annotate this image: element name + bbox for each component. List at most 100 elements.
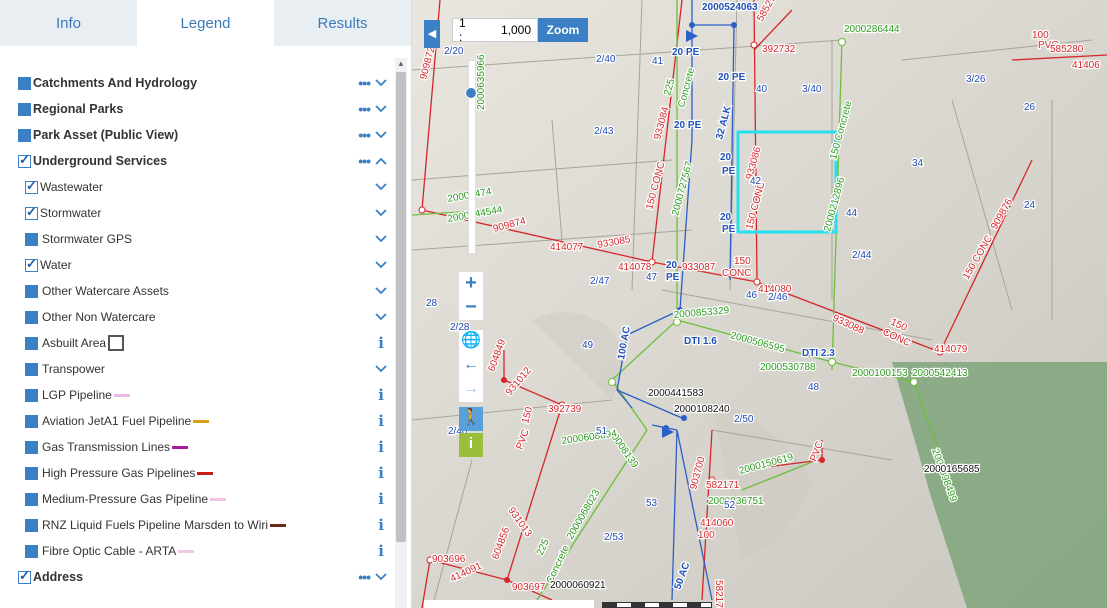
more-options-icon[interactable]: ••• [358, 101, 371, 117]
chevron-down-icon[interactable] [374, 180, 388, 194]
layer-checkbox[interactable] [18, 102, 31, 116]
map-label-green: 2000286444 [844, 24, 900, 35]
legend-list: Catchments And Hydrology ••• Regional Park… [0, 58, 398, 608]
layer-checkbox[interactable] [25, 518, 38, 532]
zoom-in-button[interactable]: + [459, 272, 483, 296]
map-label-blue: PE [722, 224, 736, 235]
chevron-down-icon[interactable] [374, 206, 388, 220]
layer-checkbox[interactable] [25, 388, 38, 402]
layer-checkbox[interactable] [18, 568, 31, 584]
scroll-thumb[interactable] [396, 72, 406, 542]
info-icon[interactable]: i [378, 542, 384, 560]
legend-row[interactable]: High Pressure Gas Pipelines i [0, 460, 398, 486]
chevron-down-icon[interactable] [374, 102, 388, 116]
map-view[interactable]: 585279 392732 909872 933084 150 CONC 933086 15… [412, 0, 1107, 608]
map-label-lot: 24 [1024, 200, 1036, 211]
tab-legend[interactable]: Legend [137, 0, 274, 46]
layer-checkbox[interactable] [25, 492, 38, 506]
layer-checkbox[interactable] [25, 178, 38, 194]
layer-checkbox[interactable] [25, 284, 38, 298]
map-label-green: 2000542413 [912, 368, 968, 379]
zoom-slider-knob[interactable] [465, 87, 477, 99]
info-icon[interactable]: i [378, 412, 384, 430]
back-arrow-icon[interactable]: ← [459, 354, 483, 378]
layer-checkbox[interactable] [25, 362, 38, 376]
legend-row[interactable]: Other Non Watercare [0, 304, 398, 330]
collapse-panel-button[interactable]: ◀ [424, 20, 440, 48]
forward-arrow-icon[interactable]: → [459, 378, 483, 402]
legend-row[interactable]: Asbuilt Area i [0, 330, 398, 356]
more-options-icon[interactable]: ••• [358, 127, 371, 143]
layer-swatch [178, 549, 195, 553]
map-label-lot: 26 [1024, 102, 1036, 113]
legend-row[interactable]: Underground Services ••• [0, 148, 398, 174]
zoom-slider[interactable] [465, 60, 477, 254]
layer-checkbox[interactable] [25, 414, 38, 428]
legend-row[interactable]: LGP Pipeline i [0, 382, 398, 408]
layer-checkbox[interactable] [25, 336, 38, 350]
scale-input[interactable] [471, 23, 531, 37]
chevron-down-icon[interactable] [374, 362, 388, 376]
layer-checkbox[interactable] [25, 256, 38, 272]
legend-row[interactable]: Gas Transmission Lines i [0, 434, 398, 460]
legend-row[interactable]: Park Asset (Public View) ••• [0, 122, 398, 148]
info-icon[interactable]: i [378, 334, 384, 352]
info-icon[interactable]: i [378, 386, 384, 404]
layer-checkbox[interactable] [18, 76, 31, 90]
layer-checkbox[interactable] [25, 440, 38, 454]
legend-scrollbar[interactable]: ▲ [395, 58, 407, 608]
chevron-down-icon[interactable] [374, 232, 388, 246]
legend-row[interactable]: RNZ Liquid Fuels Pipeline Marsden to Wir… [0, 512, 398, 538]
more-options-icon[interactable]: ••• [358, 153, 371, 169]
tab-info[interactable]: Info [0, 0, 137, 46]
legend-row[interactable]: Other Watercare Assets [0, 278, 398, 304]
info-icon[interactable]: i [378, 464, 384, 482]
map-label-lot: 3/26 [966, 74, 986, 85]
street-view-icon[interactable]: 🚶 [459, 407, 483, 431]
legend-row[interactable]: Catchments And Hydrology ••• [0, 70, 398, 96]
layer-checkbox[interactable] [25, 232, 38, 246]
layer-checkbox[interactable] [25, 466, 38, 480]
legend-row[interactable]: Wastewater [0, 174, 398, 200]
legend-row[interactable]: Medium-Pressure Gas Pipeline i [0, 486, 398, 512]
legend-row[interactable]: Address ••• [0, 564, 398, 590]
legend-row[interactable]: Stormwater [0, 200, 398, 226]
layer-checkbox[interactable] [25, 310, 38, 324]
tab-results[interactable]: Results [274, 0, 411, 46]
layer-checkbox[interactable] [25, 544, 38, 558]
layer-label: Gas Transmission Lines [42, 440, 171, 454]
layer-swatch [172, 445, 189, 449]
legend-row[interactable]: Fibre Optic Cable - ARTA i [0, 538, 398, 564]
layer-checkbox[interactable] [25, 204, 38, 220]
map-label-lot: 2/46 [768, 292, 788, 303]
map-label-blue: DTI 1.6 [684, 336, 717, 347]
legend-row[interactable]: Regional Parks ••• [0, 96, 398, 122]
info-icon[interactable]: i [378, 490, 384, 508]
more-options-icon[interactable]: ••• [358, 569, 371, 585]
legend-row[interactable]: Water [0, 252, 398, 278]
legend-row[interactable]: Aviation JetA1 Fuel Pipeline i [0, 408, 398, 434]
map-label-lot: 2/43 [594, 126, 614, 137]
scroll-up-arrow[interactable]: ▲ [395, 58, 407, 70]
chevron-up-icon[interactable] [374, 154, 388, 168]
chevron-down-icon[interactable] [374, 570, 388, 584]
info-icon[interactable]: i [378, 516, 384, 534]
chevron-down-icon[interactable] [374, 284, 388, 298]
info-tool-icon[interactable]: i [459, 433, 483, 457]
zoom-out-button[interactable]: − [459, 296, 483, 320]
layer-checkbox[interactable] [18, 152, 31, 168]
map-canvas[interactable]: 585279392732909872933084150 CONC 93308615… [412, 0, 1107, 608]
map-label-lot: 47 [646, 272, 658, 283]
chevron-down-icon[interactable] [374, 310, 388, 324]
more-options-icon[interactable]: ••• [358, 75, 371, 91]
legend-row[interactable]: Stormwater GPS [0, 226, 398, 252]
chevron-down-icon[interactable] [374, 76, 388, 90]
chevron-down-icon[interactable] [374, 258, 388, 272]
zoom-button[interactable]: Zoom [538, 18, 588, 42]
legend-row[interactable]: Transpower [0, 356, 398, 382]
info-icon[interactable]: i [378, 438, 384, 456]
layer-label: Regional Parks [33, 102, 124, 116]
globe-icon[interactable]: 🌐 [459, 330, 483, 354]
layer-checkbox[interactable] [18, 128, 31, 142]
chevron-down-icon[interactable] [374, 128, 388, 142]
